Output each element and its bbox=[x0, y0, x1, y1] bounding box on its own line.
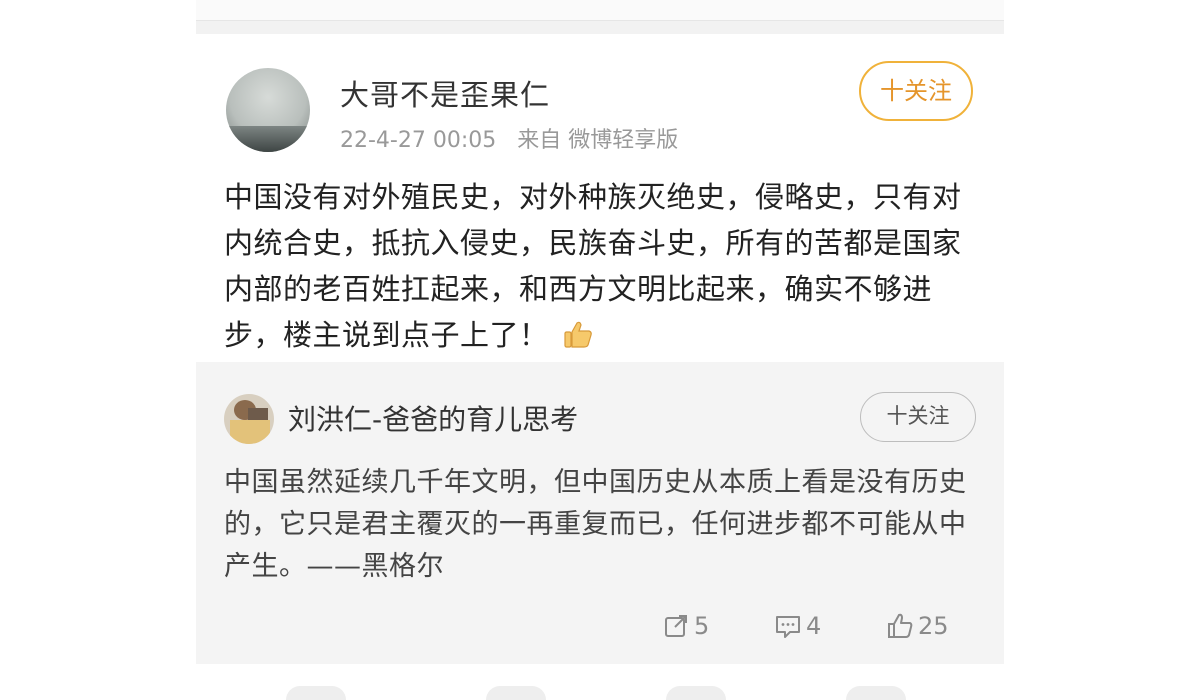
like-count: 25 bbox=[918, 612, 949, 640]
post-body: 中国没有对外殖民史，对外种族灭绝史，侵略史，只有对内统合史，抵抗入侵史，民族奋斗… bbox=[224, 174, 984, 358]
comment-icon bbox=[776, 616, 800, 638]
repost-count: 5 bbox=[694, 612, 710, 640]
post-source: 来自 微博轻享版 bbox=[517, 128, 679, 153]
post-meta: 22-4-27 00:05 来自 微博轻享版 bbox=[340, 122, 678, 154]
share-icon bbox=[665, 615, 687, 637]
follow-button[interactable]: 十关注 bbox=[859, 61, 973, 121]
like-icon bbox=[888, 613, 913, 638]
post-timestamp: 22-4-27 00:05 bbox=[340, 128, 497, 153]
next-item-edge bbox=[196, 664, 1004, 700]
repost-button[interactable]: 5 bbox=[662, 608, 709, 644]
thumbs-up-icon bbox=[563, 321, 592, 348]
repost-avatar[interactable] bbox=[224, 394, 274, 444]
previous-item-edge bbox=[196, 0, 1004, 34]
repost-follow-button[interactable]: 十关注 bbox=[860, 392, 976, 442]
reposted-content[interactable]: 刘洪仁-爸爸的育儿思考 十关注 中国虽然延续几千年文明，但中国历史从本质上看是没… bbox=[196, 362, 1004, 664]
like-button[interactable]: 25 bbox=[886, 608, 949, 644]
post-username[interactable]: 大哥不是歪果仁 bbox=[340, 72, 550, 114]
comment-count: 4 bbox=[806, 612, 822, 640]
repost-username[interactable]: 刘洪仁-爸爸的育儿思考 bbox=[288, 398, 578, 438]
comment-button[interactable]: 4 bbox=[774, 608, 821, 644]
avatar[interactable] bbox=[226, 68, 310, 152]
post-text: 中国没有对外殖民史，对外种族灭绝史，侵略史，只有对内统合史，抵抗入侵史，民族奋斗… bbox=[224, 180, 962, 352]
repost-text: 中国虽然延续几千年文明，但中国历史从本质上看是没有历史的，它只是君主覆灭的一再重… bbox=[224, 467, 967, 582]
weibo-post-card: 大哥不是歪果仁 22-4-27 00:05 来自 微博轻享版 十关注 中国没有对… bbox=[196, 34, 1004, 664]
